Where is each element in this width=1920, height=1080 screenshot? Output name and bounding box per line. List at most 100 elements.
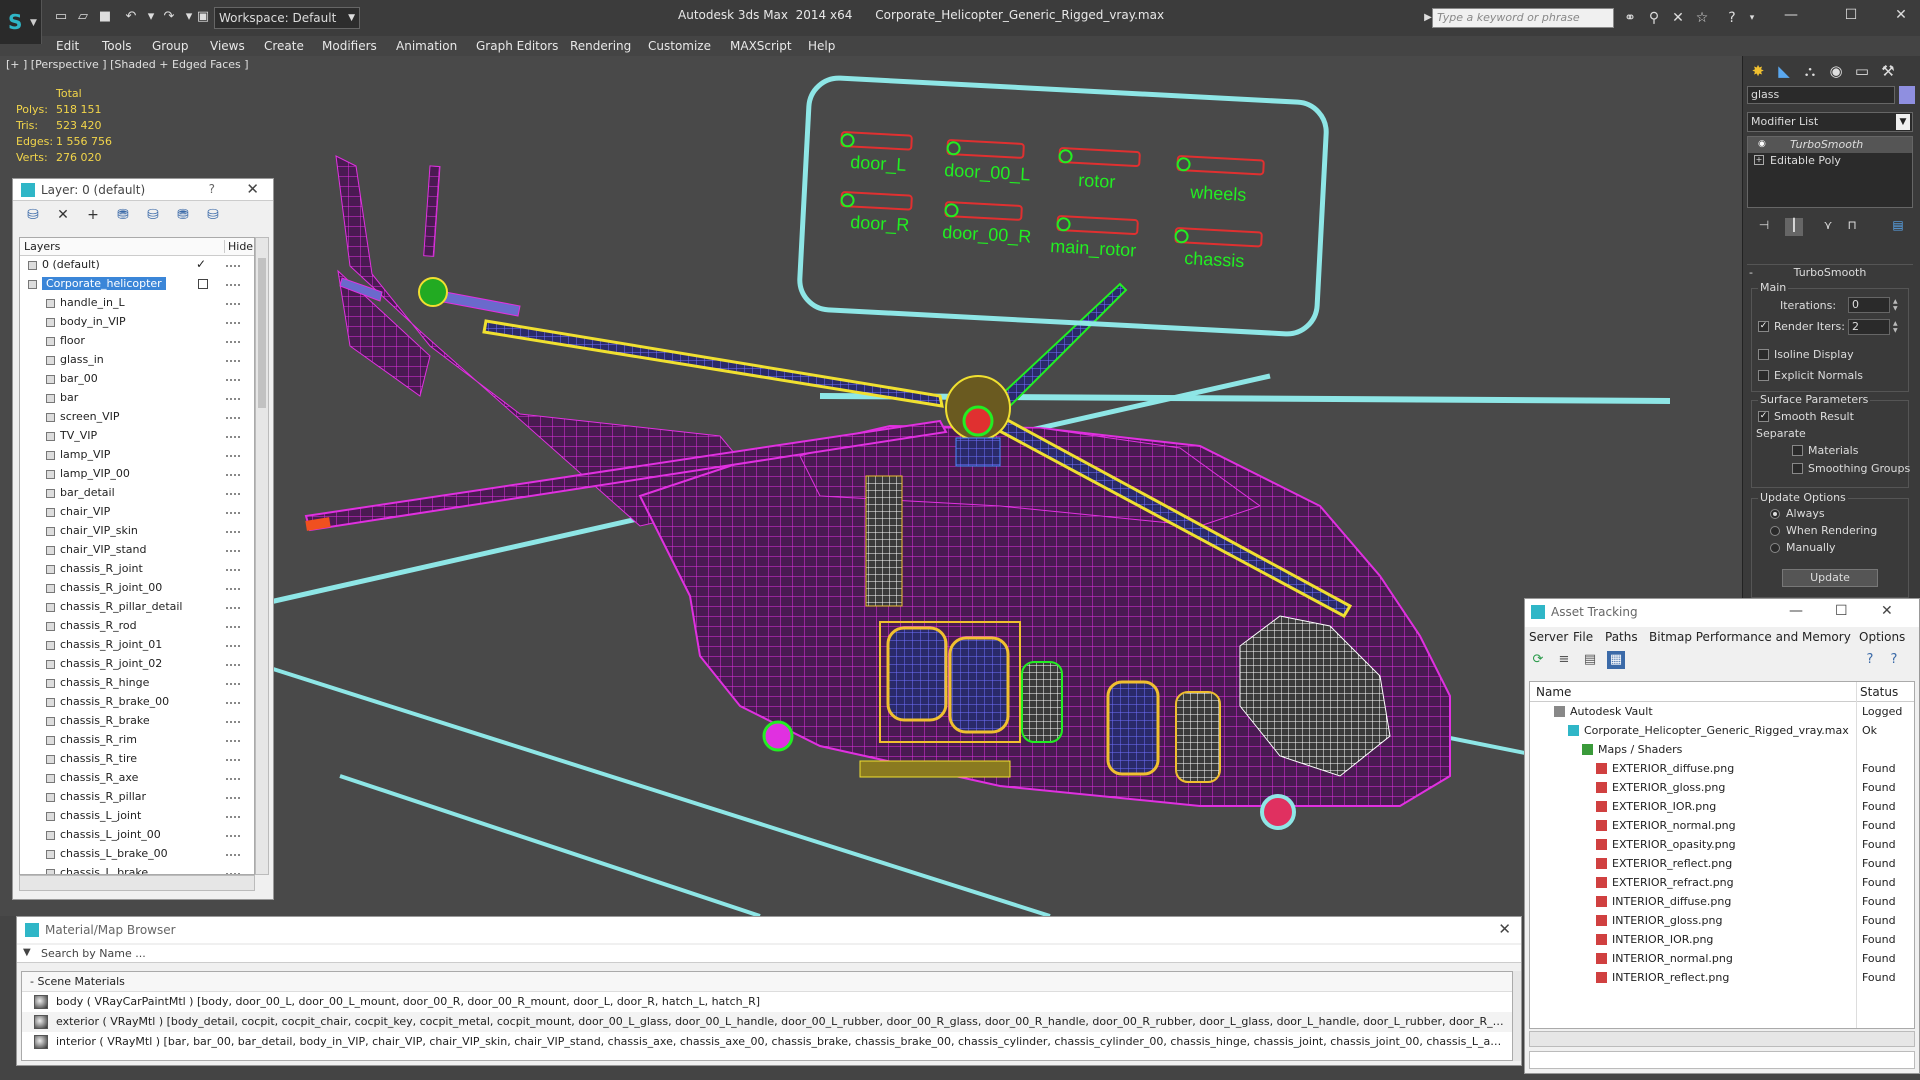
asset-row[interactable]: EXTERIOR_IOR.png Found (1530, 797, 1914, 816)
freeze-all-icon[interactable]: ⛁ (203, 205, 223, 225)
menu-customize[interactable]: Customize (648, 39, 711, 53)
layer-row[interactable]: chassis_L_joint_00 (20, 826, 254, 845)
menu-help[interactable]: Help (808, 39, 835, 53)
modifier-list-dropdown[interactable]: Modifier List ▼ (1747, 112, 1913, 132)
layer-row[interactable]: chassis_R_tire (20, 750, 254, 769)
delete-layer-icon[interactable]: ✕ (53, 205, 73, 225)
smooth-result-checkbox[interactable]: ✓ (1758, 411, 1769, 422)
material-list[interactable]: - Scene Materials body ( VRayCarPaintMtl… (21, 971, 1513, 1061)
thumbnail-view-icon[interactable]: ▤ (1581, 651, 1599, 669)
workspace-dropdown[interactable]: Workspace: Default ▼ (214, 7, 360, 29)
modify-tab-icon[interactable]: ◣ (1773, 60, 1795, 82)
asset-row[interactable]: Maps / Shaders (1530, 740, 1914, 759)
subscription-icon[interactable]: ⚲ (1644, 8, 1664, 28)
layer-row[interactable]: chassis_R_rim (20, 731, 254, 750)
close-icon[interactable]: ✕ (1498, 920, 1511, 938)
set-current-layer-box[interactable] (198, 279, 208, 289)
layer-row[interactable]: TV_VIP (20, 427, 254, 446)
hide-toggle[interactable] (226, 322, 240, 324)
search-input[interactable]: Type a keyword or phrase (1432, 8, 1614, 28)
hide-toggle[interactable] (226, 702, 240, 704)
hide-toggle[interactable] (226, 531, 240, 533)
refresh-icon[interactable]: ⟳ (1529, 651, 1547, 669)
display-tab-icon[interactable]: ▭ (1851, 60, 1873, 82)
hide-toggle[interactable] (226, 436, 240, 438)
rig-label-chassis[interactable]: chassis (1184, 248, 1245, 271)
hide-toggle[interactable] (226, 607, 240, 609)
app-menu-button[interactable]: S ▼ (0, 0, 42, 44)
asset-table[interactable]: Name Status Autodesk Vault Logged Corporat… (1529, 681, 1915, 1029)
scroll-thumb[interactable] (258, 258, 266, 408)
col-status[interactable]: Status (1860, 685, 1898, 699)
hide-toggle[interactable] (226, 835, 240, 837)
asset-row[interactable]: EXTERIOR_opasity.png Found (1530, 835, 1914, 854)
layer-row[interactable]: 0 (default) ✓ (20, 256, 254, 275)
asset-row[interactable]: INTERIOR_diffuse.png Found (1530, 892, 1914, 911)
layer-row[interactable]: chassis_R_rod (20, 617, 254, 636)
layer-row[interactable]: floor (20, 332, 254, 351)
hide-toggle[interactable] (226, 379, 240, 381)
hide-toggle[interactable] (226, 550, 240, 552)
explicit-normals-checkbox[interactable] (1758, 370, 1769, 381)
current-layer-check-icon[interactable]: ✓ (196, 257, 206, 271)
layer-row[interactable]: chassis_R_brake_00 (20, 693, 254, 712)
hide-toggle[interactable] (226, 493, 240, 495)
pin-stack-icon[interactable]: ⊣ (1755, 218, 1773, 236)
asset-row[interactable]: EXTERIOR_gloss.png Found (1530, 778, 1914, 797)
smoothing-groups-checkbox[interactable] (1792, 463, 1803, 474)
menu-edit[interactable]: Edit (56, 39, 79, 53)
minimize-icon[interactable]: — (1776, 4, 1806, 26)
layer-row[interactable]: chassis_R_axe (20, 769, 254, 788)
help-button[interactable]: ? (209, 182, 215, 196)
rig-label-main-rotor[interactable]: main_rotor (1050, 236, 1137, 261)
add-to-layer-icon[interactable]: + (83, 205, 103, 225)
menu-animation[interactable]: Animation (396, 39, 457, 53)
layer-row[interactable]: chassis_R_brake (20, 712, 254, 731)
create-tab-icon[interactable]: ✸ (1747, 60, 1769, 82)
tracking-help-icon[interactable]: ? (1885, 651, 1903, 669)
new-file-icon[interactable]: ▭ (52, 8, 70, 26)
isoline-checkbox[interactable] (1758, 349, 1769, 360)
open-file-icon[interactable]: ▱ (74, 8, 92, 26)
asset-row[interactable]: EXTERIOR_normal.png Found (1530, 816, 1914, 835)
col-layers[interactable]: Layers (24, 240, 60, 253)
hide-toggle[interactable] (226, 455, 240, 457)
when-rendering-radio[interactable] (1770, 526, 1780, 536)
stack-item-turbosmooth[interactable]: ◉ TurboSmooth (1748, 137, 1912, 153)
help-icon[interactable]: ? (1861, 651, 1879, 669)
asset-row[interactable]: EXTERIOR_refract.png Found (1530, 873, 1914, 892)
scene-materials-section[interactable]: - Scene Materials (22, 972, 1512, 992)
layer-row[interactable]: chassis_R_joint_00 (20, 579, 254, 598)
menu-rendering[interactable]: Rendering (570, 39, 631, 53)
hide-toggle[interactable] (226, 645, 240, 647)
close-icon[interactable]: ✕ (246, 180, 259, 198)
asset-path-field[interactable] (1529, 1051, 1915, 1069)
material-row-interior[interactable]: interior ( VRayMtl ) [bar, bar_00, bar_d… (22, 1032, 1512, 1052)
menu-bitmap-performance[interactable]: Bitmap Performance and Memory (1649, 630, 1851, 644)
table-view-icon[interactable]: ▦ (1607, 651, 1625, 669)
hide-toggle[interactable] (226, 284, 240, 286)
hide-toggle[interactable] (226, 265, 240, 267)
remove-modifier-icon[interactable]: ⊓ (1843, 218, 1861, 236)
hide-toggle[interactable] (226, 721, 240, 723)
configure-modifier-sets-icon[interactable]: ▤ (1889, 218, 1907, 236)
layer-row[interactable]: bar_detail (20, 484, 254, 503)
layer-row[interactable]: chassis_L_brake_00 (20, 845, 254, 864)
layer-row[interactable]: lamp_VIP_00 (20, 465, 254, 484)
hide-toggle[interactable] (226, 778, 240, 780)
rig-label-door-00-l[interactable]: door_00_L (944, 160, 1031, 185)
menu-create[interactable]: Create (264, 39, 304, 53)
rig-label-door-r[interactable]: door_R (850, 212, 910, 236)
layer-row[interactable]: bar_00 (20, 370, 254, 389)
layer-row[interactable]: glass_in (20, 351, 254, 370)
favorites-star-icon[interactable]: ☆ (1692, 8, 1712, 28)
lightbulb-icon[interactable]: ◉ (1758, 139, 1768, 149)
manually-radio[interactable] (1770, 543, 1780, 553)
menu-options[interactable]: Options (1859, 630, 1905, 644)
hide-toggle[interactable] (226, 417, 240, 419)
maximize-icon[interactable]: ☐ (1835, 603, 1848, 619)
hide-toggle[interactable] (226, 683, 240, 685)
layer-row[interactable]: chassis_R_joint_01 (20, 636, 254, 655)
vertical-scrollbar[interactable] (1513, 971, 1521, 1061)
utilities-tab-icon[interactable]: ⚒ (1877, 60, 1899, 82)
